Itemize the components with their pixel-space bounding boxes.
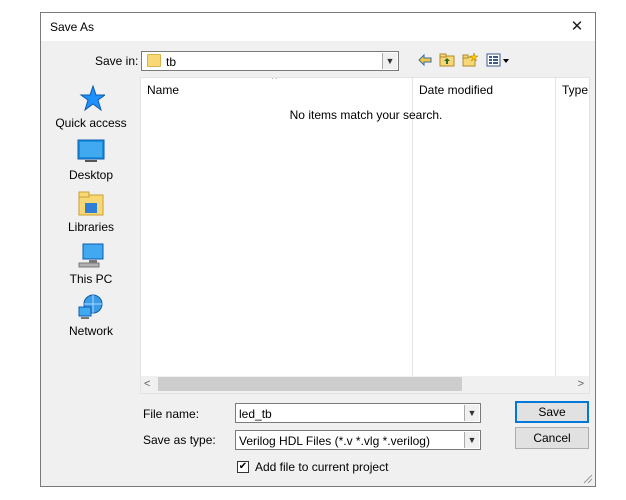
place-desktop[interactable]: Desktop <box>49 137 133 187</box>
new-folder-icon[interactable] <box>461 52 479 71</box>
libraries-icon <box>77 189 105 217</box>
chevron-down-icon[interactable]: ▼ <box>382 53 397 69</box>
column-header-name[interactable]: Name <box>141 78 411 102</box>
file-name-input[interactable]: led_tb ▼ <box>235 403 481 423</box>
chevron-down-icon[interactable]: ▼ <box>464 405 479 421</box>
back-icon[interactable] <box>416 53 434 71</box>
place-network[interactable]: Network <box>49 293 133 343</box>
close-icon[interactable]: ✕ <box>565 16 589 38</box>
cancel-button[interactable]: Cancel <box>515 427 589 449</box>
place-label: Network <box>68 324 113 338</box>
scrollbar-thumb[interactable] <box>158 377 462 391</box>
save-in-combo[interactable]: tb ▼ <box>141 51 399 71</box>
save-in-value: tb <box>166 55 177 69</box>
places-bar: Quick access Desktop Libraries This PC N… <box>49 73 133 376</box>
column-header-date-modified[interactable]: Date modified <box>413 78 555 102</box>
folder-icon <box>147 54 161 67</box>
scroll-right-icon[interactable]: > <box>578 376 584 393</box>
network-icon <box>77 293 105 321</box>
place-label: This PC <box>69 272 113 286</box>
empty-message: No items match your search. <box>289 108 443 122</box>
title-bar: Save As ✕ <box>41 13 595 41</box>
scroll-left-icon[interactable]: < <box>144 376 150 393</box>
place-quick-access[interactable]: Quick access <box>49 84 133 135</box>
add-to-project-checkbox[interactable]: ✔ <box>237 461 249 473</box>
column-divider <box>555 78 556 376</box>
place-libraries[interactable]: Libraries <box>49 189 133 239</box>
add-to-project-label: Add file to current project <box>255 460 389 474</box>
save-in-label: Save in: <box>95 54 139 68</box>
resize-grip-icon[interactable] <box>581 472 593 484</box>
this-pc-icon <box>77 241 105 269</box>
file-name-label: File name: <box>143 407 200 421</box>
save-as-type-value: Verilog HDL Files (*.v *.vlg *.verilog) <box>239 434 430 448</box>
file-name-value: led_tb <box>239 407 272 421</box>
desktop-icon <box>77 137 105 165</box>
place-label: Desktop <box>68 168 114 182</box>
column-header-type[interactable]: Type <box>556 78 589 102</box>
up-folder-icon[interactable] <box>438 53 456 71</box>
place-label: Quick access <box>55 116 127 130</box>
column-divider <box>412 78 413 376</box>
dialog-title: Save As <box>50 20 95 34</box>
save-as-type-label: Save as type: <box>143 433 216 447</box>
view-menu-icon[interactable] <box>485 53 511 71</box>
chevron-down-icon[interactable]: ▼ <box>464 432 479 448</box>
save-button[interactable]: Save <box>515 401 589 423</box>
save-as-dialog: Save As ✕ Save in: tb ▼ Quick access Des <box>40 12 596 487</box>
place-this-pc[interactable]: This PC <box>49 241 133 291</box>
quick-access-star-icon <box>77 84 107 113</box>
horizontal-scrollbar[interactable]: < > <box>141 376 589 393</box>
place-label: Libraries <box>67 220 115 234</box>
file-list[interactable]: ^ Name Date modified Type No items match… <box>140 77 590 394</box>
save-as-type-select[interactable]: Verilog HDL Files (*.v *.vlg *.verilog) … <box>235 430 481 450</box>
